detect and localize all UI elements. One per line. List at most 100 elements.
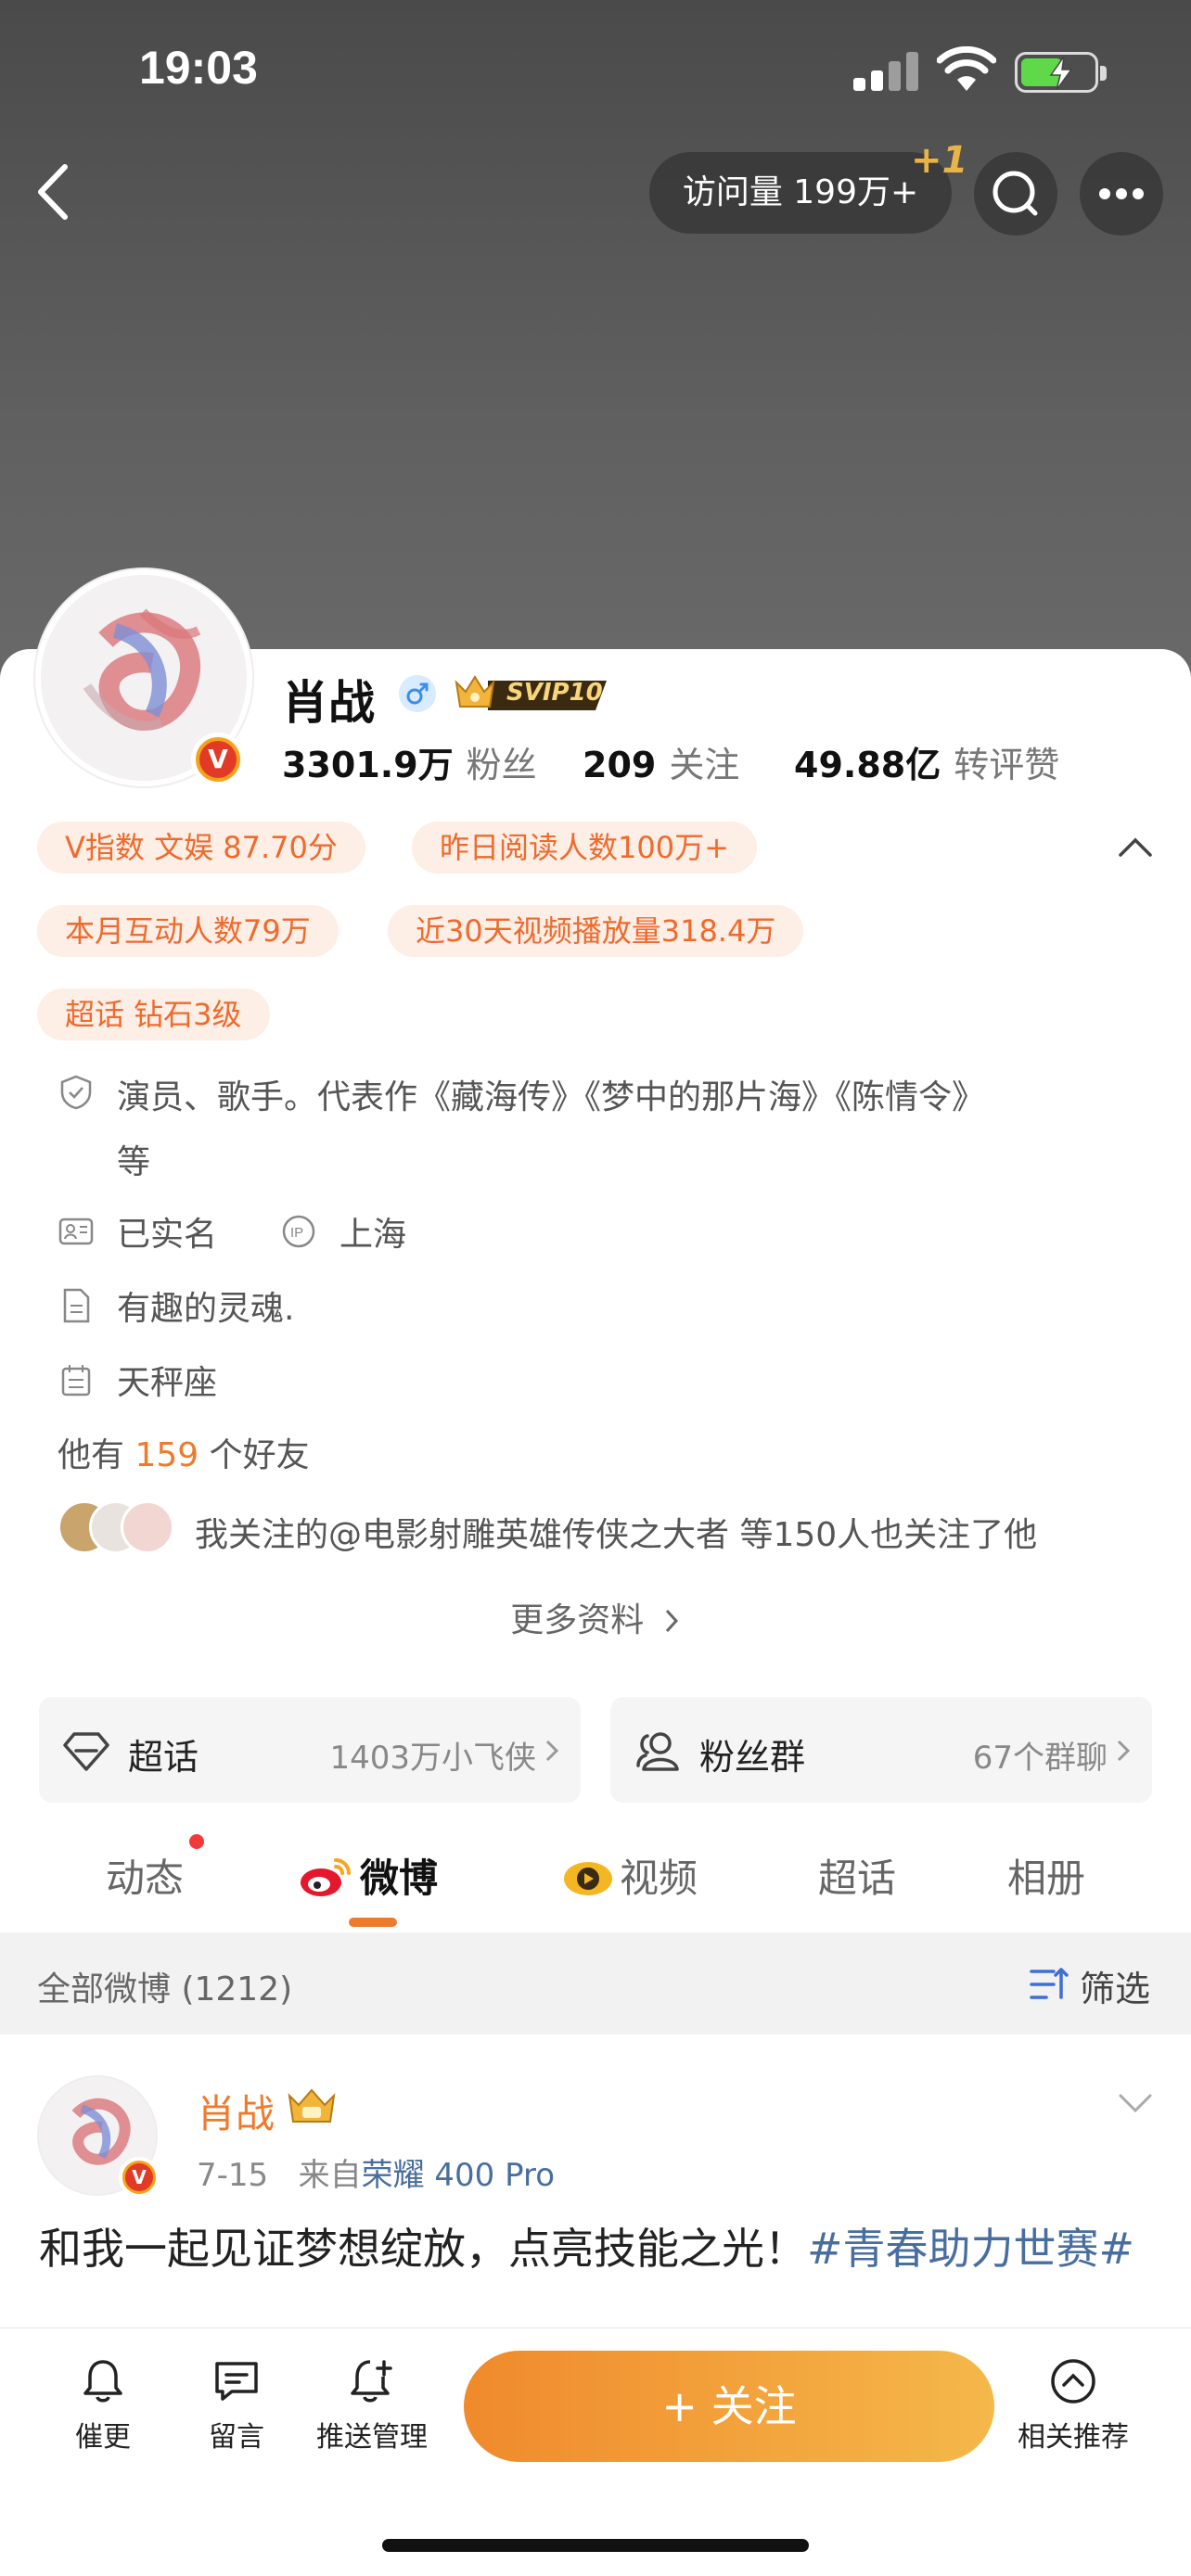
post-date: 7-15 bbox=[197, 2157, 269, 2194]
member-crown-icon bbox=[288, 2088, 336, 2123]
video-icon bbox=[564, 1862, 612, 1895]
group-icon bbox=[636, 1732, 679, 1771]
weibo-icon bbox=[301, 1858, 351, 1896]
tag-video-plays[interactable]: 近30天视频播放量318.4万 bbox=[388, 905, 804, 957]
search-icon bbox=[992, 171, 1038, 216]
wifi-icon bbox=[937, 46, 996, 91]
bell-plus-icon bbox=[351, 2360, 392, 2403]
svip-label: SVIP10 bbox=[506, 679, 603, 707]
tab-activity[interactable]: 动态 bbox=[106, 1847, 184, 1904]
post-card[interactable]: V 肖战 7-15 来自荣耀 400 Pro 和我一起见证梦想绽放，点亮技能之光… bbox=[0, 2034, 1191, 2331]
more-info-link[interactable]: 更多资料 bbox=[0, 1593, 1191, 1641]
stat-likes[interactable]: 49.88亿 转评赞 bbox=[794, 736, 1059, 787]
follow-button[interactable]: + 关注 bbox=[464, 2351, 994, 2462]
related-button[interactable]: 相关推荐 bbox=[1004, 2356, 1143, 2455]
post-meta: 7-15 来自荣耀 400 Pro bbox=[197, 2149, 555, 2195]
tag-v-index[interactable]: V指数 文娱 87.70分 bbox=[37, 822, 365, 874]
bio-line-1: 演员、歌手。代表作《藏海传》《梦中的那片海》《陈情令》 bbox=[117, 1078, 986, 1116]
battery-icon bbox=[1015, 52, 1107, 93]
tag-supertopic-level[interactable]: 超话 钻石3级 bbox=[37, 988, 270, 1040]
tab-album[interactable]: 相册 bbox=[1007, 1847, 1085, 1904]
active-tab-indicator bbox=[349, 1918, 397, 1927]
post-source-prefix: 来自 bbox=[298, 2157, 362, 2194]
chevron-right-icon bbox=[545, 1740, 559, 1762]
signature: 有趣的灵魂. bbox=[117, 1290, 295, 1328]
home-indicator bbox=[382, 2539, 809, 2552]
friends-suffix: 个好友 bbox=[209, 1436, 310, 1474]
filter-bar: 全部微博 (1212) 筛选 bbox=[0, 1932, 1191, 2034]
back-icon[interactable] bbox=[28, 159, 83, 224]
more-info-label: 更多资料 bbox=[510, 1601, 645, 1639]
push-settings-label: 推送管理 bbox=[316, 2421, 428, 2454]
visits-increment: +1 bbox=[911, 139, 968, 182]
likes-label: 转评赞 bbox=[954, 745, 1060, 785]
push-settings-button[interactable]: 推送管理 bbox=[302, 2356, 442, 2455]
search-button[interactable] bbox=[974, 152, 1057, 236]
followers-count: 3301.9万 bbox=[282, 745, 454, 785]
post-author[interactable]: 肖战 bbox=[197, 2083, 275, 2139]
mutual-follow-text[interactable]: 我关注的@电影射雕英雄传侠之大者 等150人也关注了他 bbox=[195, 1508, 1037, 1556]
ip-location-icon: IP bbox=[282, 1215, 315, 1248]
filter-button[interactable]: 筛选 bbox=[1080, 1960, 1150, 2011]
tab-video[interactable]: 视频 bbox=[562, 1847, 698, 1904]
svip-badge[interactable]: SVIP10 bbox=[451, 670, 610, 718]
friends-prefix: 他有 bbox=[58, 1436, 125, 1474]
visits-counter[interactable]: 访问量 199万+ bbox=[649, 152, 952, 234]
post-device[interactable]: 荣耀 400 Pro bbox=[362, 2157, 555, 2194]
chevron-down-icon[interactable] bbox=[1117, 2092, 1154, 2114]
all-posts-count: 全部微博 (1212) bbox=[37, 1970, 293, 2009]
related-label: 相关推荐 bbox=[1018, 2421, 1129, 2454]
signal-icon bbox=[853, 50, 920, 91]
post-verified-badge: V bbox=[119, 2157, 160, 2198]
status-bar: 19:03 bbox=[0, 0, 1191, 139]
remind-label: 催更 bbox=[75, 2421, 131, 2454]
comment-icon bbox=[215, 2362, 258, 2401]
stat-followers[interactable]: 3301.9万 粉丝 bbox=[282, 736, 537, 787]
calendar-icon bbox=[61, 1365, 91, 1396]
more-button[interactable] bbox=[1080, 152, 1163, 236]
tab-weibo-label: 微博 bbox=[360, 1855, 439, 1901]
following-label: 关注 bbox=[669, 745, 740, 785]
verified-badge: V bbox=[191, 733, 245, 786]
post-topic-link[interactable]: #青春助力世赛# bbox=[807, 2224, 1134, 2274]
id-card-icon bbox=[58, 1218, 94, 1245]
remind-button[interactable]: 催更 bbox=[33, 2356, 173, 2455]
message-button[interactable]: 留言 bbox=[167, 2356, 306, 2455]
zodiac: 天秤座 bbox=[117, 1364, 218, 1402]
chevron-right-icon bbox=[1117, 1740, 1131, 1762]
stat-following[interactable]: 209 关注 bbox=[583, 736, 739, 787]
chevron-up-circle-icon bbox=[1051, 2359, 1095, 2404]
mutual-avatar bbox=[121, 1500, 174, 1554]
profile-name: 肖战 bbox=[282, 676, 375, 730]
supertopic-box[interactable]: 超话 1403万小飞侠 bbox=[39, 1697, 581, 1803]
notification-dot bbox=[189, 1834, 204, 1849]
likes-count: 49.88亿 bbox=[794, 745, 941, 785]
followers-label: 粉丝 bbox=[466, 745, 537, 785]
post-text: 和我一起见证梦想绽放，点亮技能之光！#青春助力世赛# bbox=[39, 2218, 1152, 2279]
fan-group-value: 67个群聊 bbox=[972, 1740, 1108, 1777]
svg-text:IP: IP bbox=[290, 1225, 303, 1241]
status-time: 19:03 bbox=[139, 42, 258, 94]
document-icon bbox=[63, 1288, 90, 1323]
ip-location: 上海 bbox=[339, 1216, 407, 1254]
supertopic-value: 1403万小飞侠 bbox=[329, 1740, 536, 1777]
tag-daily-readers[interactable]: 昨日阅读人数100万+ bbox=[412, 822, 757, 874]
male-gender-icon bbox=[399, 675, 436, 712]
filter-icon bbox=[1030, 1968, 1069, 1999]
diamond-icon bbox=[63, 1732, 109, 1771]
tab-weibo[interactable]: 微博 bbox=[299, 1847, 438, 1904]
shield-icon bbox=[60, 1075, 92, 1110]
fan-group-box[interactable]: 粉丝群 67个群聊 bbox=[610, 1697, 1152, 1803]
collapse-icon[interactable] bbox=[1117, 836, 1154, 859]
friends-count-row[interactable]: 他有 159 个好友 bbox=[58, 1428, 310, 1476]
tab-supertopic[interactable]: 超话 bbox=[818, 1847, 896, 1904]
bell-icon bbox=[83, 2360, 122, 2403]
nav-bar: 访问量 199万+ +1 bbox=[0, 139, 1191, 241]
more-icon bbox=[1099, 188, 1144, 199]
chevron-right-icon bbox=[665, 1609, 678, 1633]
following-count: 209 bbox=[583, 745, 657, 785]
profile-tabs: 动态 微博 视频 超话 相册 bbox=[0, 1827, 1191, 1929]
message-label: 留言 bbox=[209, 2421, 264, 2454]
tab-video-label: 视频 bbox=[620, 1855, 698, 1901]
tag-monthly-interactions[interactable]: 本月互动人数79万 bbox=[37, 905, 339, 957]
